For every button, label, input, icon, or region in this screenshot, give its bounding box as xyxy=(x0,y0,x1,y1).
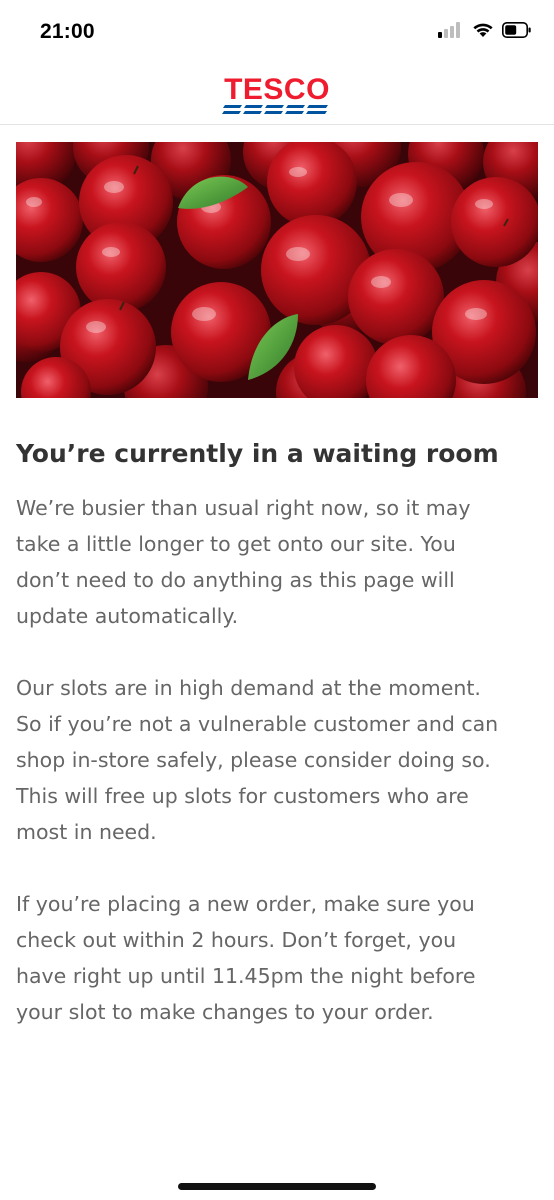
waiting-room-content: You’re currently in a waiting room We’re… xyxy=(16,434,538,1030)
logo-stripes xyxy=(222,105,328,114)
home-indicator[interactable] xyxy=(178,1183,376,1190)
tesco-logo[interactable]: TESCO xyxy=(222,73,332,117)
order-deadline-line: check out within 2 hours. Don’t forget, … xyxy=(16,928,457,952)
order-deadline-line: have right up until 11.45pm the night be… xyxy=(16,964,476,988)
slots-demand-line: This will free up slots for customers wh… xyxy=(16,784,469,808)
slots-demand-line: Our slots are in high demand at the mome… xyxy=(16,676,481,700)
busy-message: We’re busier than usual right now, so it… xyxy=(16,490,538,634)
header: TESCO xyxy=(0,64,554,125)
order-deadline-line: If you’re placing a new order, make sure… xyxy=(16,892,475,916)
page-title: You’re currently in a waiting room xyxy=(16,439,499,468)
wifi-icon xyxy=(472,22,494,42)
slots-demand-line: So if you’re not a vulnerable customer a… xyxy=(16,712,499,736)
busy-message-line: We’re busier than usual right now, so it… xyxy=(16,496,471,520)
slots-demand-message: Our slots are in high demand at the mome… xyxy=(16,670,538,850)
busy-message-line: don’t need to do anything as this page w… xyxy=(16,568,455,592)
slots-demand-line: shop in-store safely, please consider do… xyxy=(16,748,491,772)
status-icons xyxy=(438,22,532,42)
busy-message-line: take a little longer to get onto our sit… xyxy=(16,532,456,556)
slots-demand-line: most in need. xyxy=(16,820,157,844)
order-deadline-line: your slot to make changes to your order. xyxy=(16,1000,434,1024)
order-deadline-message: If you’re placing a new order, make sure… xyxy=(16,886,538,1030)
battery-icon xyxy=(502,22,532,42)
logo-text: TESCO xyxy=(224,73,330,106)
cellular-signal-icon xyxy=(438,22,464,42)
busy-message-line: update automatically. xyxy=(16,604,239,628)
hero-image xyxy=(16,142,538,398)
status-time: 21:00 xyxy=(40,20,95,43)
apples-illustration xyxy=(16,142,538,398)
status-bar: 21:00 xyxy=(0,0,554,64)
